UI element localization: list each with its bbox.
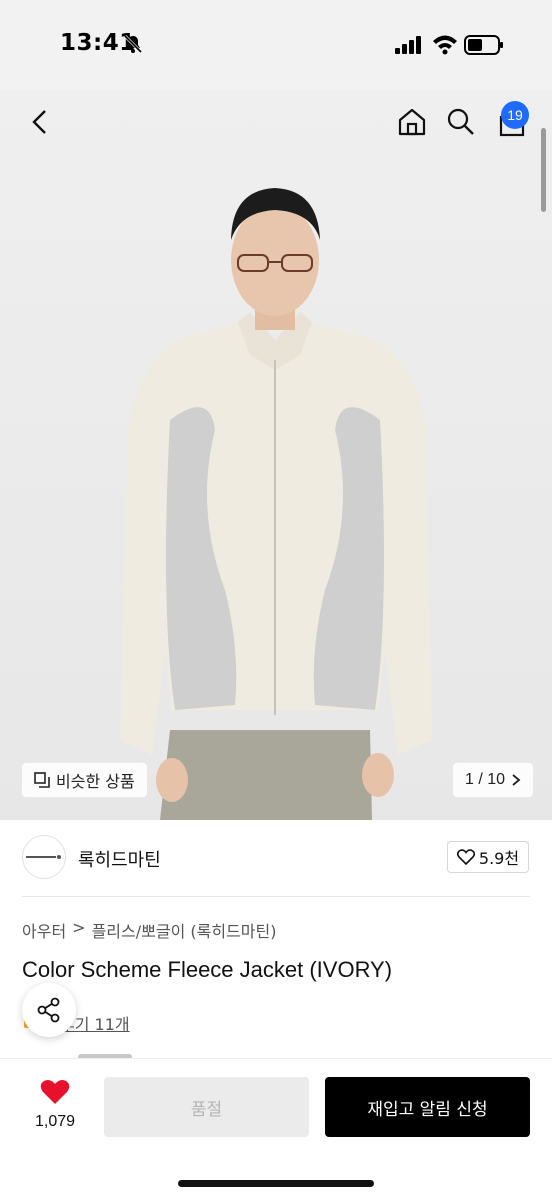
search-icon <box>447 108 474 135</box>
share-button[interactable] <box>22 983 76 1037</box>
heart-outline-icon <box>456 849 475 865</box>
wifi-icon <box>433 35 457 55</box>
wishlist-count: 1,079 <box>34 1113 76 1130</box>
brand-like-count: 5.9천 <box>478 849 520 868</box>
brand-name[interactable]: 록히드마틴 <box>78 846 161 872</box>
search-button[interactable] <box>441 102 481 142</box>
signal-icon <box>395 36 421 54</box>
bottom-action-bar: 1,079 품절 재입고 알림 신청 <box>0 1058 552 1200</box>
heart-filled-icon <box>40 1080 70 1104</box>
breadcrumb: 아우터 > 플리스/뽀글이 (록히드마틴) <box>22 918 276 942</box>
back-button[interactable] <box>20 102 60 142</box>
status-bar: 13:41 <box>0 0 552 90</box>
product-title: Color Scheme Fleece Jacket (IVORY) <box>22 957 393 982</box>
brand-like-button[interactable]: 5.9천 <box>447 841 529 873</box>
image-page-counter[interactable]: 1 / 10 <box>453 763 534 797</box>
chevron-left-icon <box>32 110 46 134</box>
product-image[interactable] <box>0 90 552 820</box>
battery-icon <box>464 35 503 55</box>
brand-logo[interactable] <box>22 835 66 879</box>
top-nav <box>0 90 552 154</box>
brand-logo-mark <box>26 855 61 859</box>
restock-alert-button[interactable]: 재입고 알림 신청 <box>325 1077 530 1137</box>
bell-slash-icon <box>123 34 143 54</box>
share-icon <box>37 997 60 1023</box>
wishlist-button[interactable]: 1,079 <box>20 1079 90 1131</box>
similar-products-button[interactable]: 비슷한 상품 <box>22 763 147 797</box>
cart-count-badge: 19 <box>501 101 529 129</box>
soldout-button: 품절 <box>104 1077 309 1137</box>
scrollbar[interactable] <box>541 128 546 212</box>
home-indicator <box>178 1180 374 1187</box>
home-icon <box>398 108 426 136</box>
breadcrumb-separator: > <box>72 918 86 937</box>
breadcrumb-category[interactable]: 아우터 <box>22 918 66 942</box>
breadcrumb-subcategory[interactable]: 플리스/뽀글이 (록히드마틴) <box>92 918 277 942</box>
page-counter-label: 1 / 10 <box>465 771 506 788</box>
brand-row: 록히드마틴 5.9천 <box>0 820 552 896</box>
model-photo <box>120 188 432 820</box>
divider <box>22 896 530 897</box>
similar-products-label: 비슷한 상품 <box>56 772 135 791</box>
home-button[interactable] <box>392 102 432 142</box>
copy-icon <box>34 772 50 788</box>
chevron-right-icon <box>512 774 521 786</box>
